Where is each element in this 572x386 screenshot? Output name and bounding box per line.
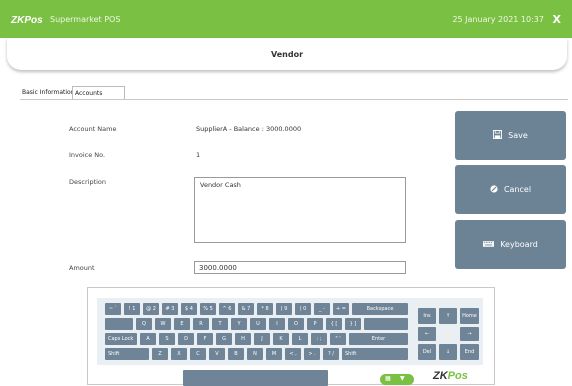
key-i[interactable]: I [269,318,285,330]
key-c[interactable]: C [190,348,206,360]
key-8[interactable]: * 8 [257,303,273,315]
key-y[interactable]: Y [231,318,247,330]
key-2[interactable]: @ 2 [143,303,159,315]
key-backspace[interactable]: Backspace [352,303,408,315]
key-home[interactable]: Home [460,308,479,324]
key-6[interactable]: ^ 6 [219,303,235,315]
key-j[interactable]: J [254,333,270,345]
key-x[interactable]: X [171,348,187,360]
key-semicolon[interactable]: : ; [311,333,327,345]
key-tab[interactable] [105,318,133,330]
app-title: Supermarket POS [50,15,121,24]
key-arrow-right[interactable]: → [460,327,479,341]
key-slash[interactable]: ? / [323,348,339,360]
key-d[interactable]: D [178,333,194,345]
tab-divider [20,99,568,100]
key-enter[interactable]: Enter [349,333,408,345]
key-comma[interactable]: < , [285,348,301,360]
key-backslash[interactable] [364,318,408,330]
key-e[interactable]: E [174,318,190,330]
description-textarea[interactable]: Vendor Cash [194,177,406,243]
page-title-bar: Vendor [7,38,567,70]
key-0[interactable]: ) 0 [295,303,311,315]
key-z[interactable]: Z [152,348,168,360]
save-button[interactable]: Save [455,111,566,160]
key-1[interactable]: ! 1 [124,303,140,315]
datetime-display: 25 January 2021 10:37 [452,15,544,24]
key-s[interactable]: S [159,333,175,345]
description-label: Description [69,178,107,186]
app-logo: ZKPos [11,15,43,26]
key-5[interactable]: % 5 [200,303,216,315]
key-open-bracket[interactable]: { [ [326,318,342,330]
key-k[interactable]: K [273,333,289,345]
keyboard-toggle-button[interactable]: ▦ ▼ [380,374,414,385]
keyboard-key-area: ~ ` ! 1 @ 2 # 3 $ 4 % 5 ^ 6 & 7 * 8 ( 9 … [97,298,483,365]
cancel-button[interactable]: Cancel [455,165,566,214]
invoice-no-label: Invoice No. [69,151,106,159]
key-end[interactable]: End [460,344,479,360]
key-t[interactable]: T [212,318,228,330]
key-arrow-down[interactable]: ↓ [439,344,457,360]
key-9[interactable]: ( 9 [276,303,292,315]
cancel-button-label: Cancel [503,185,532,194]
key-f[interactable]: F [197,333,213,345]
key-caps-lock[interactable]: Caps Lock [105,333,137,345]
tab-basic-information[interactable]: Basic Information [20,86,75,99]
invoice-no-value: 1 [196,151,201,159]
key-l[interactable]: L [292,333,308,345]
cancel-circle-icon [490,184,498,195]
key-w[interactable]: W [155,318,171,330]
key-m[interactable]: M [266,348,282,360]
page-title: Vendor [270,50,304,59]
key-7[interactable]: & 7 [238,303,254,315]
key-space[interactable] [183,370,328,386]
tab-accounts[interactable]: Accounts [72,86,125,99]
key-g[interactable]: G [216,333,232,345]
key-h[interactable]: H [235,333,251,345]
on-screen-keyboard: ~ ` ! 1 @ 2 # 3 $ 4 % 5 ^ 6 & 7 * 8 ( 9 … [87,287,495,386]
key-shift-right[interactable]: Shift [342,348,408,360]
key-shift-left[interactable]: Shift [105,348,149,360]
keyboard-small-icon: ▦ [385,375,391,382]
account-name-label: Account Name [69,125,117,133]
key-arrow-left[interactable]: ← [418,327,436,341]
key-arrow-up[interactable]: ↑ [439,308,457,324]
keyboard-button-label: Keyboard [500,240,538,249]
amount-label: Amount [69,264,95,272]
key-delete[interactable]: Del [418,344,436,360]
key-backtick[interactable]: ~ ` [105,303,121,315]
key-minus[interactable]: _ - [314,303,330,315]
keyboard-brand-logo: ZKPos [433,370,468,382]
account-name-value: SupplierA - Balance : 3000.0000 [196,125,302,133]
chevron-down-icon: ▼ [400,375,405,382]
key-b[interactable]: B [228,348,244,360]
top-bar: ZKPos Supermarket POS 25 January 2021 10… [0,0,572,38]
keyboard-icon [483,240,495,249]
key-q[interactable]: Q [136,318,152,330]
key-insert[interactable]: Ins [418,308,436,324]
floppy-disk-icon [493,130,503,141]
key-3[interactable]: # 3 [162,303,178,315]
key-r[interactable]: R [193,318,209,330]
key-u[interactable]: U [250,318,266,330]
key-quote[interactable]: " ' [330,333,346,345]
close-button[interactable]: X [553,13,561,26]
key-a[interactable]: A [140,333,156,345]
key-o[interactable]: O [288,318,304,330]
keyboard-button[interactable]: Keyboard [455,220,566,269]
key-close-bracket[interactable]: } ] [345,318,361,330]
key-n[interactable]: N [247,348,263,360]
key-p[interactable]: P [307,318,323,330]
key-period[interactable]: > . [304,348,320,360]
save-button-label: Save [508,131,528,140]
key-v[interactable]: V [209,348,225,360]
amount-input[interactable]: 3000.0000 [194,261,406,274]
key-4[interactable]: $ 4 [181,303,197,315]
key-equals[interactable]: + = [333,303,349,315]
